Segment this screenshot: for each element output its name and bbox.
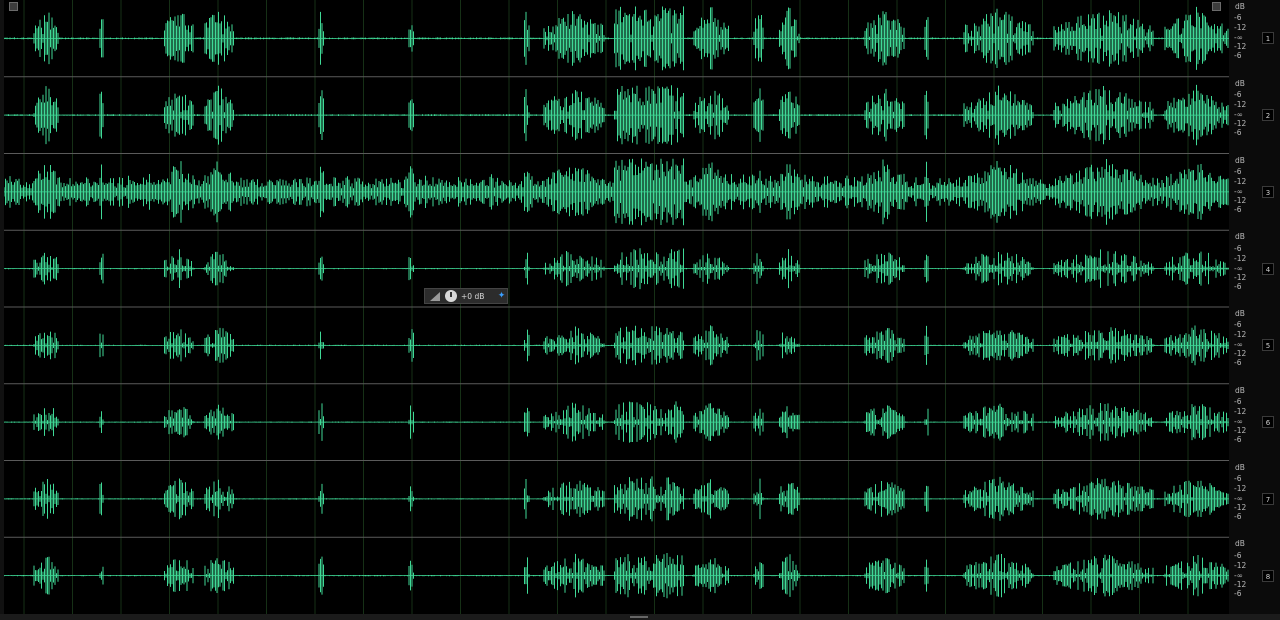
ruler-tick-label: -∞ — [1234, 340, 1243, 350]
ruler-tick-label: -6 — [1234, 281, 1242, 291]
ruler-tick-label: -12 — [1234, 330, 1247, 340]
ruler-tick-label: -6 — [1234, 128, 1242, 138]
ruler-unit-label: dB — [1235, 2, 1245, 11]
ruler-tick-label: -12 — [1234, 23, 1247, 33]
ruler-tick-label: -6 — [1234, 166, 1242, 176]
ruler-unit-label: dB — [1235, 232, 1245, 242]
ruler-tick-label: -∞ — [1234, 493, 1243, 503]
ruler-tick-label: -6 — [1234, 588, 1242, 598]
volume-knob-icon[interactable] — [445, 290, 457, 302]
ruler-tick-label: -12 — [1234, 502, 1247, 512]
ruler-tick-label: -12 — [1234, 579, 1247, 589]
ruler-tick-label: -6 — [1234, 204, 1242, 214]
fade-ramp-icon[interactable] — [429, 291, 441, 302]
ruler-tick-label: -∞ — [1234, 570, 1243, 580]
ruler-tick-label: -∞ — [1234, 263, 1243, 273]
ruler-tick-label: -12 — [1234, 349, 1247, 359]
ruler-tick-label: -12 — [1234, 426, 1247, 436]
pin-icon[interactable]: ✦ — [496, 291, 507, 302]
ruler-tick-label: -6 — [1234, 13, 1242, 23]
ruler-tick-label: -12 — [1234, 195, 1247, 205]
ruler-tick-label: -6 — [1234, 550, 1242, 560]
ruler-tick-label: -6 — [1234, 511, 1242, 521]
volume-value: +0 dB — [461, 292, 485, 301]
channel-number-badge[interactable]: 6 — [1262, 416, 1274, 429]
zoom-corner-icon[interactable] — [9, 2, 18, 11]
ruler-tick-label: -6 — [1234, 243, 1242, 253]
ruler-unit-label: dB — [1235, 385, 1245, 395]
ruler-unit-label: dB — [1235, 462, 1245, 472]
channel-number-badge[interactable]: 3 — [1262, 185, 1274, 198]
ruler-tick-label: -12 — [1234, 253, 1247, 263]
ruler-tick-label: -∞ — [1234, 110, 1243, 120]
ruler-tick-label: -12 — [1234, 560, 1247, 570]
channel-number-badge[interactable]: 2 — [1262, 109, 1274, 122]
ruler-tick-label: -12 — [1234, 42, 1247, 52]
channel-number-badge[interactable]: 7 — [1262, 492, 1274, 505]
ruler-tick-label: -∞ — [1234, 417, 1243, 427]
ruler-tick-label: -12 — [1234, 483, 1247, 493]
ruler-tick-label: -12 — [1234, 272, 1247, 282]
ruler-tick-label: -6 — [1234, 435, 1242, 445]
scrollbar-handle[interactable] — [630, 616, 648, 618]
zoom-corner-icon[interactable] — [1212, 2, 1221, 11]
ruler-unit-label: dB — [1235, 78, 1245, 88]
channel-number-badge[interactable]: 4 — [1262, 262, 1274, 275]
waveform-editor[interactable]: dB -6 -12 -∞ -12 -6 dB -6 -12 -∞ -12 -6 dB -6 -12 -∞ -12… — [0, 0, 1280, 620]
ruler-tick-label: -6 — [1234, 397, 1242, 407]
ruler-tick-label: -12 — [1234, 176, 1247, 186]
amplitude-ruler: dB -6 -12 -∞ -12 -6 dB -6 -12 -∞ -12 -6 dB -6 -12 -∞ -12… — [1229, 0, 1280, 614]
channel-number-badge[interactable]: 1 — [1262, 32, 1274, 45]
ruler-tick-label: -12 — [1234, 407, 1247, 417]
channel-number-badge[interactable]: 5 — [1262, 339, 1274, 352]
ruler-unit-label: dB — [1235, 309, 1245, 318]
ruler-tick-label: -∞ — [1234, 186, 1243, 196]
ruler-tick-label: -6 — [1234, 51, 1242, 61]
ruler-unit-label: dB — [1235, 539, 1245, 549]
ruler-unit-label: dB — [1235, 155, 1245, 165]
ruler-tick-label: -12 — [1234, 100, 1247, 110]
ruler-tick-label: -∞ — [1234, 33, 1243, 43]
ruler-tick-label: -6 — [1234, 320, 1242, 330]
waveform-display[interactable] — [4, 0, 1229, 614]
channel-number-badge[interactable]: 8 — [1262, 569, 1274, 582]
waveform-canvas[interactable] — [4, 0, 1229, 614]
ruler-tick-label: -6 — [1234, 473, 1242, 483]
volume-hud[interactable]: +0 dB ✦ — [424, 288, 508, 304]
ruler-tick-label: -12 — [1234, 119, 1247, 129]
ruler-tick-label: -6 — [1234, 90, 1242, 100]
ruler-tick-label: -6 — [1234, 358, 1242, 368]
